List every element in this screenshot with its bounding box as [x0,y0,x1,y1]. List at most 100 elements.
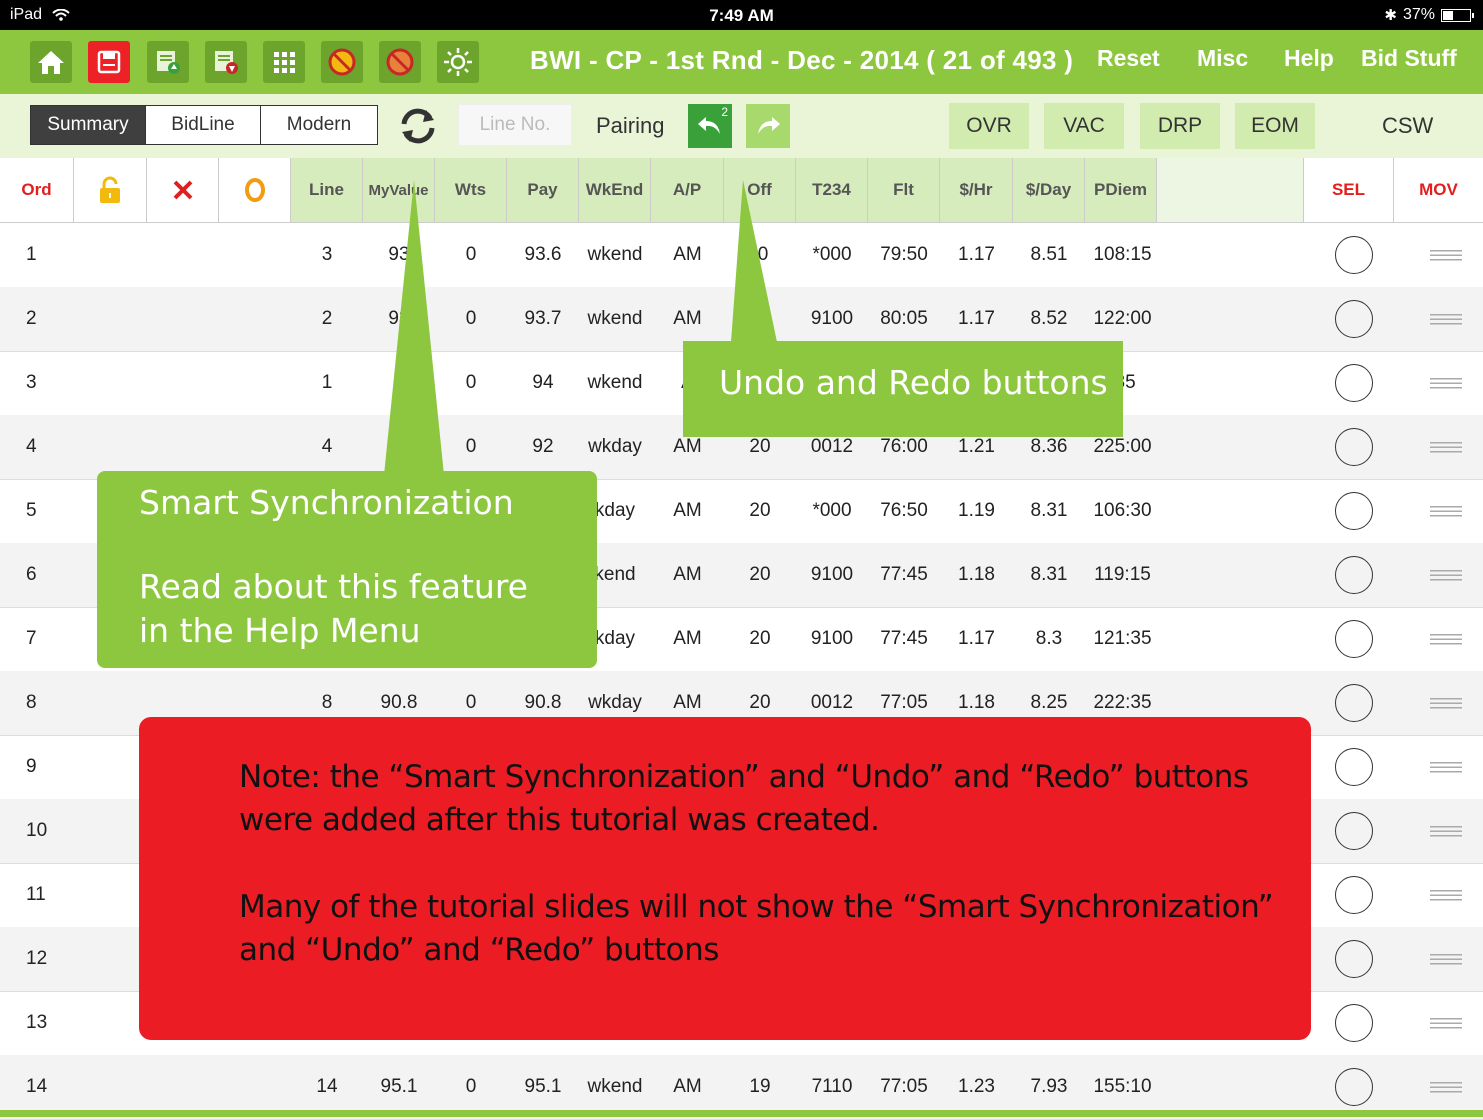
drag-handle-icon[interactable] [1430,314,1462,325]
cell-ap: AM [673,244,702,265]
csw-button[interactable]: CSW [1382,113,1433,139]
cell-ord: 9 [26,756,37,777]
col-overlap[interactable] [219,158,291,222]
select-circle[interactable] [1335,364,1373,402]
bluetooth-icon: ✱ [1384,7,1397,24]
col-hr[interactable]: $/Hr [940,158,1013,222]
cell-off: 20 [749,628,771,649]
col-lock[interactable] [74,158,147,222]
no-lock-alt-icon[interactable] [379,41,421,83]
col-line[interactable]: Line [291,158,363,222]
drag-handle-icon[interactable] [1430,250,1462,261]
select-circle[interactable] [1335,620,1373,658]
tab-bidline[interactable]: BidLine [145,105,261,145]
col-wkend[interactable]: WkEnd [579,158,651,222]
no-lock-icon[interactable] [321,41,363,83]
drag-handle-icon[interactable] [1430,954,1462,965]
drag-handle-icon[interactable] [1430,1082,1462,1093]
drag-handle-icon[interactable] [1430,442,1462,453]
drag-handle-icon[interactable] [1430,826,1462,837]
select-circle[interactable] [1335,556,1373,594]
col-ap[interactable]: A/P [651,158,724,222]
cell-hr: 1.19 [958,500,995,521]
eom-button[interactable]: EOM [1235,103,1315,149]
cell-pay: 93.7 [524,308,562,329]
col-day[interactable]: $/Day [1013,158,1085,222]
undo-icon [698,117,720,134]
undo-button[interactable]: 2 [688,104,732,148]
drag-handle-icon[interactable] [1430,1018,1462,1029]
col-ord[interactable]: Ord [0,158,74,222]
note-line-1: Note: the “Smart Synchronization” and “U… [239,759,1249,795]
sync-callout-pointer [384,180,444,475]
col-mov[interactable]: MOV [1394,158,1483,222]
drag-handle-icon[interactable] [1430,634,1462,645]
select-circle[interactable] [1335,492,1373,530]
grid-icon[interactable] [263,41,305,83]
cell-pdiem: 108:15 [1093,244,1152,265]
select-circle[interactable] [1335,1004,1373,1042]
cell-flt: 77:45 [880,628,928,649]
battery-icon [1441,8,1474,22]
cell-pay: 93.6 [524,244,562,265]
cell-ord: 5 [26,500,37,521]
line-no-input[interactable]: Line No. [458,104,572,146]
drag-handle-icon[interactable] [1430,698,1462,709]
select-circle[interactable] [1335,1068,1373,1106]
pairing-label[interactable]: Pairing [596,113,664,139]
select-circle[interactable] [1335,812,1373,850]
undo-callout-pointer [731,180,777,342]
drag-handle-icon[interactable] [1430,506,1462,517]
select-circle[interactable] [1335,748,1373,786]
cell-ord: 1 [26,244,37,265]
status-bar: iPad 7:49 AM ✱ 37% [0,0,1483,30]
reset-link[interactable]: Reset [1097,45,1160,72]
col-flt[interactable]: Flt [868,158,940,222]
select-circle[interactable] [1335,940,1373,978]
bid-stuff-link[interactable]: Bid Stuff [1361,45,1457,72]
sync-callout-title: Smart Synchronization [139,483,514,522]
help-link[interactable]: Help [1284,45,1334,72]
misc-link[interactable]: Misc [1197,45,1248,72]
drp-button[interactable]: DRP [1140,103,1220,149]
vac-button[interactable]: VAC [1044,103,1124,149]
redo-button[interactable] [746,104,790,148]
tab-modern[interactable]: Modern [260,105,378,145]
save-icon[interactable] [88,41,130,83]
cell-ord: 7 [26,628,37,649]
cell-hr: 1.17 [958,244,995,265]
sun-icon[interactable] [437,41,479,83]
drag-handle-icon[interactable] [1430,890,1462,901]
select-circle[interactable] [1335,684,1373,722]
tab-summary[interactable]: Summary [30,105,146,145]
drag-handle-icon[interactable] [1430,762,1462,773]
sheet-up-icon[interactable] [147,41,189,83]
note-callout: Note: the “Smart Synchronization” and “U… [139,717,1311,1040]
battery-percent: 37% [1402,6,1435,23]
drag-handle-icon[interactable] [1430,378,1462,389]
cell-wkend: wkend [587,308,643,329]
drag-handle-icon[interactable] [1430,570,1462,581]
col-sel[interactable]: SEL [1304,158,1394,222]
select-circle[interactable] [1335,428,1373,466]
undo-count-badge: 2 [721,105,728,119]
cell-ap: AM [673,628,702,649]
col-pay[interactable]: Pay [507,158,579,222]
select-circle[interactable] [1335,236,1373,274]
clock: 7:49 AM [709,6,774,25]
sheet-down-icon[interactable] [205,41,247,83]
col-t234[interactable]: T234 [796,158,868,222]
sync-icon[interactable] [396,104,440,148]
note-line-3: Many of the tutorial slides will not sho… [239,889,1274,925]
sync-callout-line-1: Read about this feature [139,567,528,606]
col-pdiem[interactable]: PDiem [1085,158,1157,222]
cell-ord: 6 [26,564,37,585]
select-circle[interactable] [1335,876,1373,914]
ovr-button[interactable]: OVR [949,103,1029,149]
cell-hr: 1.18 [958,564,995,585]
cell-ord: 2 [26,308,37,329]
home-icon[interactable] [30,41,72,83]
select-circle[interactable] [1335,300,1373,338]
cell-line: 1 [321,372,333,393]
col-exclude[interactable] [147,158,219,222]
